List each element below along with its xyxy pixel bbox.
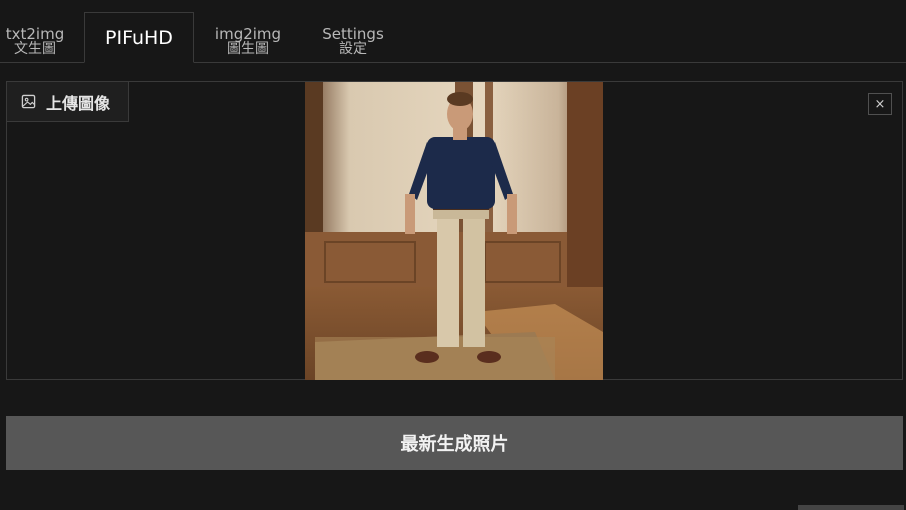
tab-sublabel: 圖生圖 xyxy=(227,41,269,57)
tab-pifuhd[interactable]: PIFuHD xyxy=(84,12,194,63)
tab-sublabel: 設定 xyxy=(339,41,367,57)
tab-label: Settings xyxy=(322,25,384,43)
uploaded-photo xyxy=(305,82,603,380)
generate-button[interactable]: 最新生成照片 xyxy=(6,416,903,470)
close-button[interactable]: × xyxy=(868,93,892,115)
tab-sublabel: 文生圖 xyxy=(14,41,56,57)
tab-label: img2img xyxy=(214,25,282,43)
upload-label: 上傳圖像 xyxy=(7,82,129,122)
tab-settings[interactable]: Settings 設定 xyxy=(312,12,394,63)
tab-img2img[interactable]: img2img 圖生圖 xyxy=(205,12,291,63)
tab-txt2img[interactable]: txt2img 文生圖 xyxy=(0,12,70,63)
upload-label-text: 上傳圖像 xyxy=(46,93,111,113)
close-icon: × xyxy=(874,96,886,112)
tab-bar: txt2img 文生圖 PIFuHD img2img 圖生圖 Settings … xyxy=(0,0,906,63)
image-upload-panel[interactable]: 上傳圖像 × xyxy=(6,81,903,380)
bottom-right-element xyxy=(798,505,904,510)
image-icon xyxy=(21,94,36,109)
tab-label: txt2img xyxy=(5,25,65,43)
tab-label: PIFuHD xyxy=(105,27,173,49)
